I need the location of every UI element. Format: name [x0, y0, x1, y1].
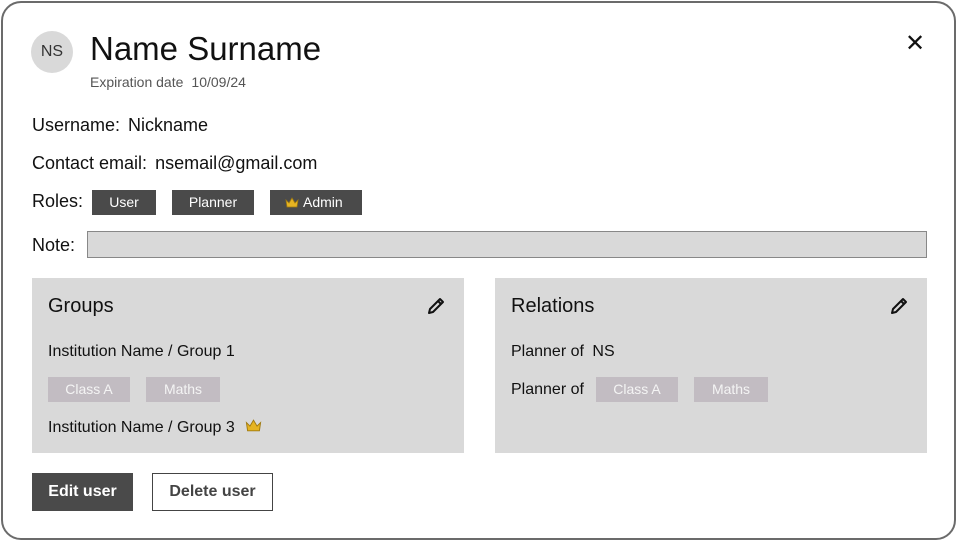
group-name: Institution Name / Group 1 — [48, 343, 235, 360]
relation-label: Planner of — [511, 381, 584, 398]
avatar: NS — [31, 31, 73, 73]
relation-label: Planner of — [511, 343, 584, 360]
roles-label: Roles: — [32, 191, 84, 211]
role-chip-admin: Admin — [270, 190, 362, 215]
role-chip-planner: Planner — [172, 190, 254, 215]
username-row: Username: Nickname — [32, 115, 208, 136]
role-chip-user: User — [92, 190, 156, 215]
relation-row: Planner of NS — [511, 343, 615, 361]
relations-title: Relations — [511, 295, 595, 317]
username-value: Nickname — [128, 115, 209, 135]
expiration-date: Expiration date 10/09/24 — [90, 74, 246, 90]
relations-panel: Relations Planner of NS Planner of Class… — [495, 278, 927, 453]
relation-tag-subject: Maths — [694, 377, 768, 402]
groups-title: Groups — [48, 295, 114, 317]
close-icon[interactable]: ✕ — [903, 32, 927, 56]
edit-user-button[interactable]: Edit user — [32, 473, 133, 511]
group-name: Institution Name / Group 3 — [48, 419, 262, 437]
role-chip-admin-label: Admin — [303, 194, 343, 210]
group-tag-subject: Maths — [146, 377, 220, 402]
crown-icon — [245, 419, 262, 437]
email-value: nsemail@gmail.com — [155, 153, 318, 173]
group-tag-class: Class A — [48, 377, 130, 402]
groups-panel: Groups Institution Name / Group 1 Class … — [32, 278, 464, 453]
note-label: Note: — [32, 235, 76, 255]
delete-user-button[interactable]: Delete user — [152, 473, 273, 511]
edit-relations-pencil-icon[interactable] — [889, 296, 909, 316]
relation-value: NS — [592, 343, 615, 360]
group-name-label: Institution Name / Group 3 — [48, 419, 235, 437]
email-label: Contact email: — [32, 153, 148, 173]
edit-groups-pencil-icon[interactable] — [426, 296, 446, 316]
user-name-title: Name Surname — [90, 30, 322, 67]
note-field[interactable] — [87, 231, 927, 258]
expiration-label: Expiration date — [90, 74, 184, 90]
expiration-value: 10/09/24 — [191, 74, 246, 90]
relation-tag-class: Class A — [596, 377, 678, 402]
username-label: Username: — [32, 115, 121, 135]
email-row: Contact email: nsemail@gmail.com — [32, 153, 317, 174]
crown-icon — [285, 191, 299, 216]
